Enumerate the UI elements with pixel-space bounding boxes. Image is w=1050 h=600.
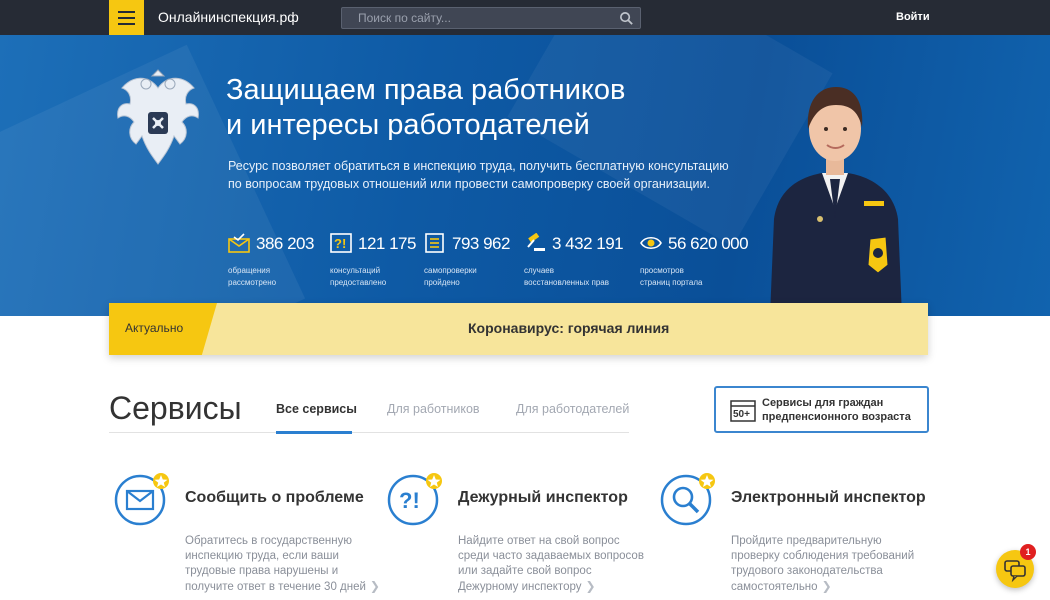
question-icon: ?! (387, 473, 442, 526)
active-tab-underline (276, 431, 352, 434)
top-bar: Онлайнинспекция.рф Войти (0, 0, 1050, 35)
card-description: Найдите ответ на свой вопрос среди часто… (458, 535, 644, 593)
hero-banner: Защищаем права работников и интересы раб… (0, 35, 1050, 316)
tab-for-employers[interactable]: Для работодателей (516, 402, 629, 416)
services-heading: Сервисы (109, 390, 242, 426)
svg-text:?!: ?! (334, 236, 346, 251)
svg-text:?!: ?! (399, 488, 420, 513)
tab-for-workers[interactable]: Для работников (387, 402, 480, 416)
coat-of-arms-icon (117, 69, 199, 165)
envelope-check-icon (228, 233, 250, 253)
search-box (341, 7, 641, 29)
gavel-icon (527, 233, 545, 251)
eye-icon (640, 236, 662, 250)
card-title[interactable]: Дежурный инспектор (458, 489, 628, 507)
inspector-photo (770, 87, 902, 316)
pre-retirement-label: Сервисы для граждан предпенсионного возр… (762, 397, 911, 423)
actual-banner[interactable]: Актуально Коронавирус: горячая линия (109, 303, 928, 355)
hero-description: Ресурс позволяет обратиться в инспекцию … (228, 159, 729, 191)
hamburger-menu-icon[interactable] (109, 0, 144, 35)
question-icon: ?! (330, 233, 352, 253)
envelope-icon (114, 473, 169, 526)
card-title[interactable]: Электронный инспектор (731, 489, 926, 507)
card-description: Обратитесь в государственную инспекцию т… (185, 535, 380, 593)
notification-badge: 1 (1020, 544, 1036, 560)
hero-title: Защищаем права работников и интересы раб… (226, 74, 626, 141)
checklist-icon (425, 233, 444, 253)
tabs-divider (109, 432, 629, 433)
svg-text:50+: 50+ (733, 409, 750, 420)
chevron-right-icon[interactable]: ❯ (822, 579, 832, 593)
tab-all-services[interactable]: Все сервисы (276, 402, 357, 416)
chevron-right-icon[interactable]: ❯ (585, 579, 595, 593)
magnifier-icon (660, 473, 715, 526)
card-title[interactable]: Сообщить о проблеме (185, 489, 364, 507)
search-input[interactable] (342, 8, 640, 28)
site-logo-text[interactable]: Онлайнинспекция.рф (158, 9, 299, 25)
chevron-right-icon[interactable]: ❯ (370, 579, 380, 593)
search-icon[interactable] (619, 11, 634, 26)
login-link[interactable]: Войти (896, 11, 930, 23)
hotline-link[interactable]: Коронавирус: горячая линия (468, 320, 669, 336)
card-description: Пройдите предварительную проверку соблюд… (731, 535, 915, 593)
calendar-50-icon: 50+ (730, 400, 756, 422)
actual-tag: Актуально (109, 303, 217, 355)
pre-retirement-services-button[interactable]: 50+ Сервисы для граждан предпенсионного … (714, 386, 929, 433)
